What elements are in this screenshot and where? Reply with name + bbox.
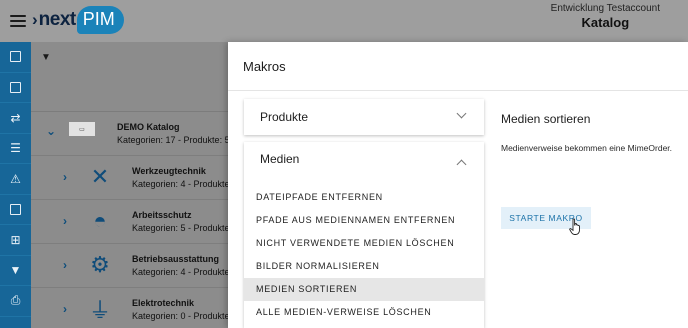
rail-item-hierarchy[interactable]: ⊞ xyxy=(0,225,31,256)
plug-icon: ⏚ xyxy=(88,298,111,323)
macro-detail-title: Medien sortieren xyxy=(501,112,591,126)
hamburger-menu-icon[interactable] xyxy=(5,8,31,34)
macro-item-medien-loeschen[interactable]: NICHT VERWENDETE MEDIEN LÖSCHEN xyxy=(244,232,484,255)
chevron-down-icon[interactable]: ⌄ xyxy=(46,124,56,138)
panel-products-label: Produkte xyxy=(260,110,309,124)
tree-row-subtitle: Kategorien: 4 - Produkte xyxy=(132,267,230,277)
dialog-title: Makros xyxy=(243,59,286,74)
chevron-right-icon[interactable]: › xyxy=(63,214,67,228)
account-info[interactable]: Entwicklung Testaccount Katalog xyxy=(551,3,660,30)
filter-icon: ▼ xyxy=(9,263,22,278)
panel-media-label: Medien xyxy=(260,152,300,166)
tree-row-title: Betriebsausstattung xyxy=(132,254,220,264)
tree-toolbar: ▼ xyxy=(31,42,231,112)
chevron-up-icon[interactable] xyxy=(458,158,466,166)
hardhat-icon: ◓ xyxy=(93,208,107,233)
rail-item-document[interactable] xyxy=(0,195,31,225)
catalog-thumbnail: ▭ xyxy=(69,122,95,136)
chevron-down-icon[interactable] xyxy=(458,111,466,119)
catalog-icon xyxy=(10,81,21,93)
macro-list: DATEIPFADE ENTFERNEN PFADE AUS MEDIENNAM… xyxy=(244,186,484,324)
rail-item-shuffle[interactable]: ⇄ xyxy=(0,103,31,134)
tree-root-subtitle: Kategorien: 17 - Produkte: 5 xyxy=(117,135,230,145)
catalog-tree-background: ▼ ⌄ ▭ DEMO Katalog Kategorien: 17 - Prod… xyxy=(31,42,231,328)
chevron-right-icon[interactable]: › xyxy=(63,170,67,184)
macro-detail-description: Medienverweise bekommen eine MimeOrder. xyxy=(501,143,673,153)
macro-item-medien-sortieren[interactable]: MEDIEN SORTIEREN xyxy=(244,278,484,301)
macro-item-verweise-loeschen[interactable]: ALLE MEDIEN-VERWEISE LÖSCHEN xyxy=(244,301,484,324)
rail-item-print[interactable]: ⎙ xyxy=(0,286,31,317)
tree-row-subtitle: Kategorien: 5 - Produkte xyxy=(132,223,230,233)
divider xyxy=(228,90,688,91)
rail-item-filter[interactable]: ▼ xyxy=(0,256,31,286)
side-rail: ⇄ ☰ ⚠ ⊞ ▼ ⎙ xyxy=(0,42,31,328)
panel-media[interactable]: Medien DATEIPFADE ENTFERNEN PFADE AUS ME… xyxy=(244,142,484,328)
logo[interactable]: › next PIM xyxy=(32,2,124,38)
tree-root-row[interactable]: ⌄ ▭ DEMO Katalog Kategorien: 17 - Produk… xyxy=(31,112,231,156)
chevron-right-icon[interactable]: › xyxy=(63,258,67,272)
panel-media-header[interactable]: Medien xyxy=(244,142,484,178)
app-name: Katalog xyxy=(581,15,630,30)
panel-products[interactable]: Produkte xyxy=(244,99,484,135)
tree-row-subtitle: Kategorien: 4 - Produkte xyxy=(132,179,230,189)
tree-row-title: Arbeitsschutz xyxy=(132,210,192,220)
rail-item-catalog[interactable] xyxy=(0,73,31,103)
logo-prefix: next xyxy=(38,9,77,30)
product-icon xyxy=(10,51,21,63)
rail-item-products[interactable] xyxy=(0,42,31,73)
logo-suffix: PIM xyxy=(76,6,124,34)
rail-item-list[interactable]: ☰ xyxy=(0,134,31,164)
app-bar: › next PIM Entwicklung Testaccount Katal… xyxy=(0,0,688,42)
tree-row-title: Elektrotechnik xyxy=(132,298,195,308)
tree-root-title: DEMO Katalog xyxy=(117,122,180,132)
tree-row-subtitle: Kategorien: 0 - Produkte xyxy=(132,311,230,321)
rail-item-warning[interactable]: ⚠ xyxy=(0,164,31,195)
chevron-right-icon[interactable]: › xyxy=(63,302,67,316)
print-icon: ⎙ xyxy=(10,293,21,308)
tree-row-title: Werkzeugtechnik xyxy=(132,166,206,176)
warning-icon: ⚠ xyxy=(10,171,21,186)
shuffle-icon: ⇄ xyxy=(10,110,21,125)
macro-item-bilder-normalisieren[interactable]: BILDER NORMALISIEREN xyxy=(244,255,484,278)
panel-products-header[interactable]: Produkte xyxy=(244,99,484,135)
tree-row[interactable]: › ⚙ Betriebsausstattung Kategorien: 4 - … xyxy=(31,244,231,288)
hierarchy-icon: ⊞ xyxy=(10,232,21,247)
list-icon: ☰ xyxy=(10,141,21,156)
tree-row[interactable]: › ⏚ Elektrotechnik Kategorien: 0 - Produ… xyxy=(31,288,231,328)
hand-cursor-icon xyxy=(569,218,580,235)
tools-icon: ✕ xyxy=(90,164,110,189)
gears-icon: ⚙ xyxy=(90,252,110,277)
tree-row[interactable]: › ◓ Arbeitsschutz Kategorien: 5 - Produk… xyxy=(31,200,231,244)
tree-row[interactable]: › ✕ Werkzeugtechnik Kategorien: 4 - Prod… xyxy=(31,156,231,200)
document-icon xyxy=(10,203,21,215)
logo-chevron-icon: › xyxy=(32,10,38,29)
macros-dialog: Makros Produkte Medien DATEIPFADE ENTFER… xyxy=(228,42,688,328)
account-name: Entwicklung Testaccount xyxy=(550,3,660,14)
macro-item-pfade-entfernen[interactable]: PFADE AUS MEDIENNAMEN ENTFERNEN xyxy=(244,209,484,232)
filter-icon[interactable]: ▼ xyxy=(41,52,51,63)
macro-item-dateipfade-entfernen[interactable]: DATEIPFADE ENTFERNEN xyxy=(244,186,484,209)
